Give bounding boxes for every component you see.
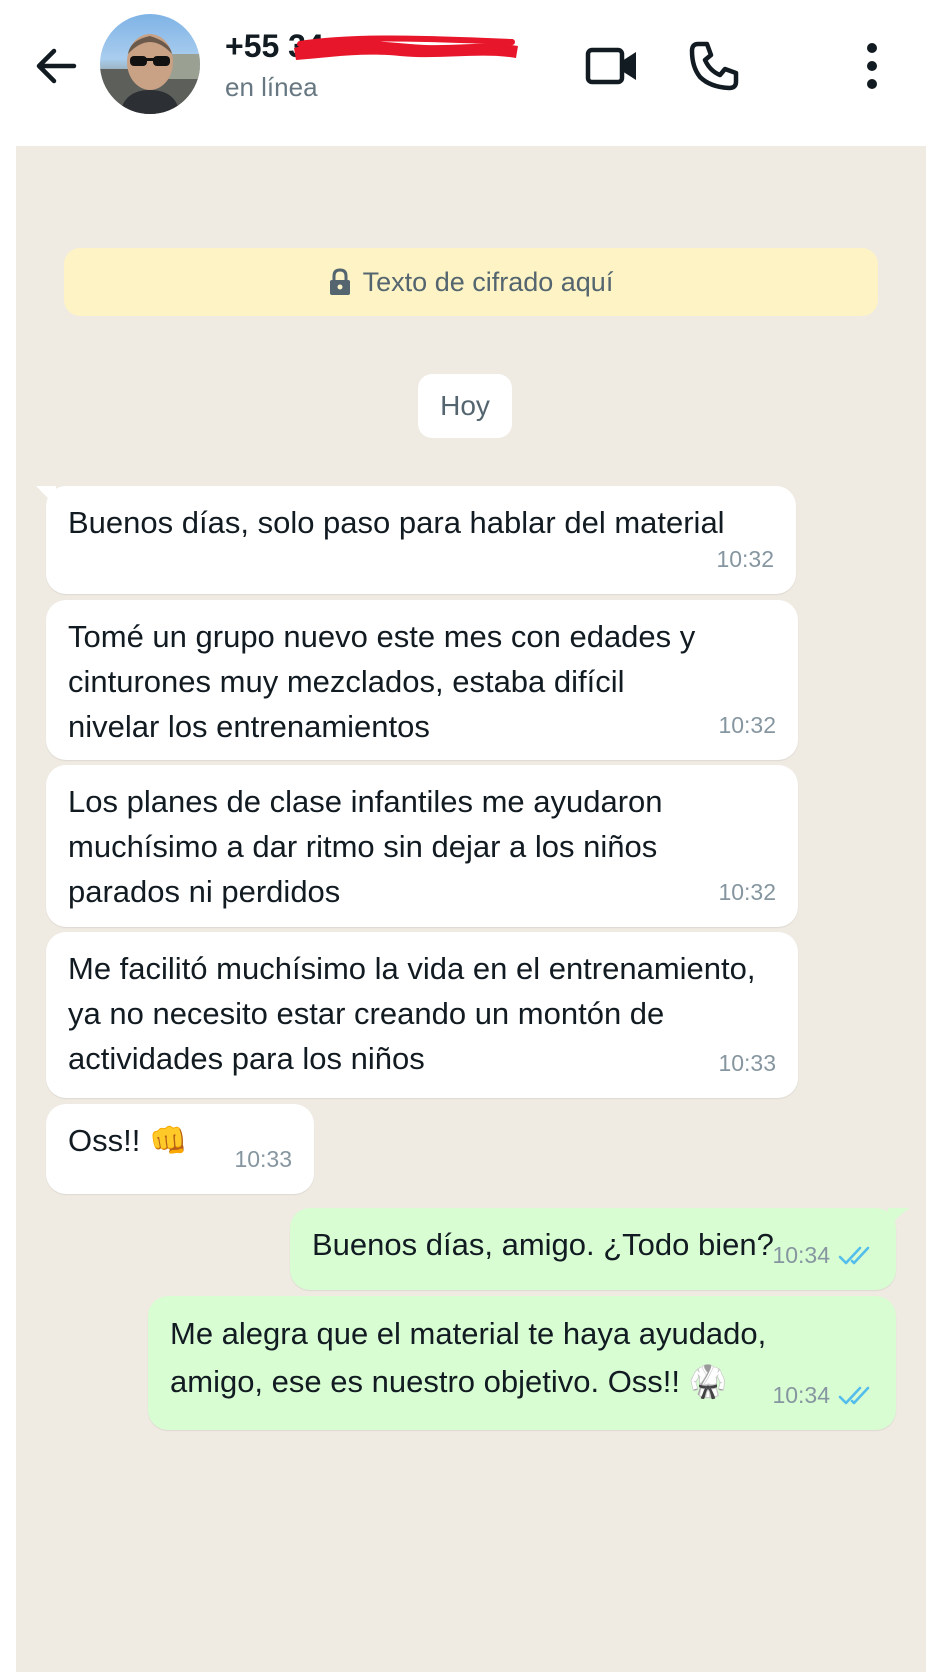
message-meta: 10:32 [716,537,774,582]
message-bubble[interactable]: Los planes de clase infantiles me ayudar… [46,765,798,927]
message-meta: 10:34 [772,1373,874,1418]
message-meta: 10:33 [718,1041,776,1086]
chat-header: +55 34 en línea [0,0,941,146]
avatar[interactable] [100,14,200,114]
message-bubble[interactable]: Tomé un grupo nuevo este mes con edades … [46,600,798,760]
message-meta: 10:32 [718,870,776,915]
message-bubble[interactable]: Me alegra que el material te haya ayudad… [148,1296,896,1430]
message-time: 10:34 [772,1242,830,1268]
phone-icon [689,41,739,91]
redaction-mark [294,35,518,60]
message-text: Buenos días, solo paso para hablar del m… [68,505,725,540]
message-time: 10:33 [718,1050,776,1076]
encryption-notice[interactable]: Texto de cifrado aquí [64,248,878,316]
back-button[interactable] [30,40,82,92]
message-bubble[interactable]: Me facilitó muchísimo la vida en el entr… [46,932,798,1098]
message-time: 10:32 [718,879,776,905]
message-time: 10:33 [234,1146,292,1172]
double-check-icon [838,1386,870,1404]
message-time: 10:32 [718,712,776,738]
message-time: 10:32 [716,546,774,572]
voice-call-button[interactable] [684,38,744,94]
message-bubble[interactable]: Buenos días, solo paso para hablar del m… [46,486,796,594]
video-call-button[interactable] [582,38,642,94]
message-text: Me alegra que el material te haya ayudad… [170,1316,767,1399]
message-text: Me facilitó muchísimo la vida en el entr… [68,951,756,1076]
double-check-icon [838,1246,870,1264]
contact-status: en línea [225,72,318,102]
video-camera-icon [585,47,636,85]
message-meta: 10:34 [772,1233,874,1278]
encryption-notice-text: Texto de cifrado aquí [362,266,614,297]
date-divider: Hoy [418,374,512,438]
message-text: Los planes de clase infantiles me ayudar… [68,784,663,909]
message-bubble[interactable]: Oss!! 👊 10:33 [46,1104,314,1194]
lock-icon [329,268,350,295]
message-meta: 10:32 [718,703,776,748]
message-bubble[interactable]: Buenos días, amigo. ¿Todo bien? 10:34 [290,1208,896,1290]
message-text: Tomé un grupo nuevo este mes con edades … [68,619,696,744]
arrow-left-icon [36,48,77,84]
more-vertical-icon [867,43,877,89]
message-time: 10:34 [772,1382,830,1408]
menu-button[interactable] [842,38,902,94]
message-meta: 10:33 [234,1137,292,1182]
